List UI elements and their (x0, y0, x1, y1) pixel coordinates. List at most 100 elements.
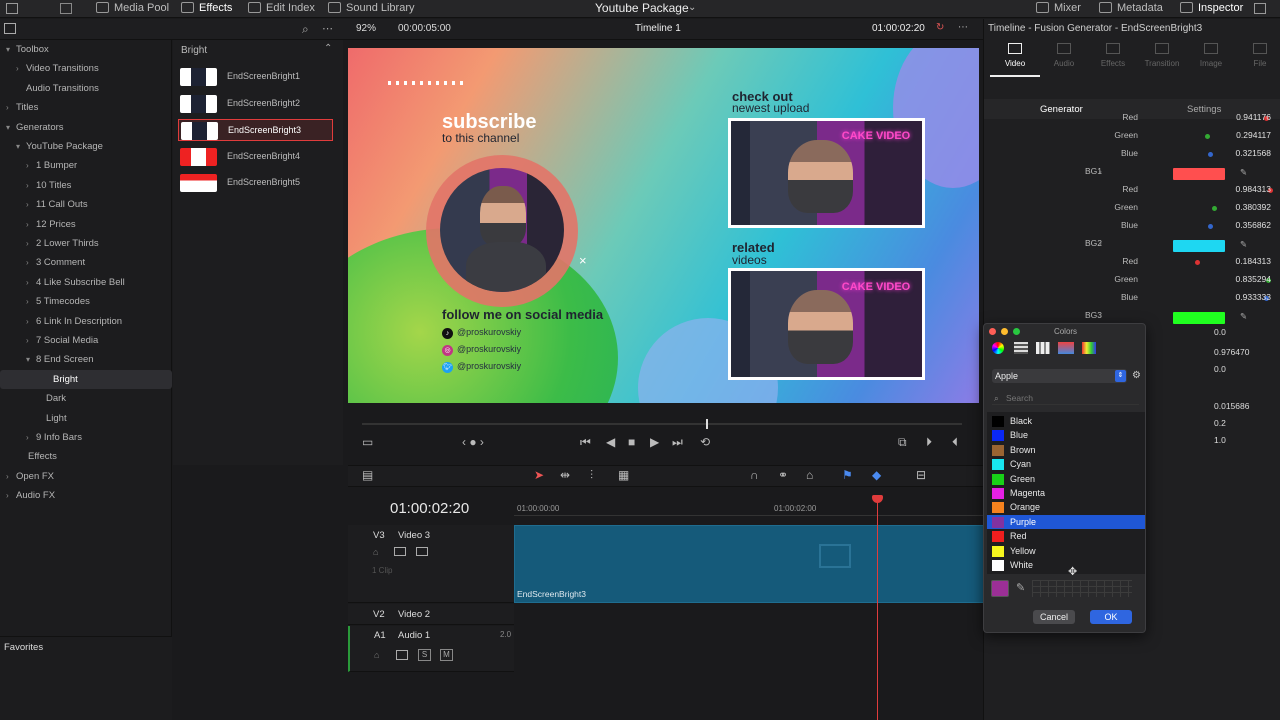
effect-item[interactable]: EndScreenBright2 (178, 93, 333, 115)
scrub-bar[interactable] (362, 419, 962, 429)
tab-inspector[interactable]: Inspector (1180, 2, 1243, 14)
play-icon[interactable]: ▶ (650, 435, 659, 449)
skip-forward-icon[interactable]: ⏭ (672, 435, 683, 450)
project-chevron-icon[interactable]: ⌄ (688, 2, 696, 13)
timeline-view-icon[interactable]: ▤ (362, 468, 373, 482)
tree-item[interactable]: › 12 Prices (26, 215, 76, 234)
color-picker-icon[interactable]: ✎ (1240, 311, 1247, 322)
timeline-ruler[interactable]: 01:00:00:00 01:00:02:00 (514, 497, 984, 519)
insert-icon[interactable]: ▦ (618, 468, 629, 482)
eyedropper-icon[interactable]: ✎ (1016, 581, 1025, 594)
param-row[interactable]: Green 0.294117 (1044, 130, 1271, 144)
tree-item[interactable]: › 10 Titles (26, 176, 71, 195)
param-value[interactable]: 0.984313 (1236, 184, 1271, 194)
param-row[interactable]: Blue 0.356862 (1044, 220, 1271, 234)
inspector-tab-file[interactable]: File (1235, 43, 1280, 68)
loop-icon[interactable]: ⟲ (700, 435, 710, 449)
image-palettes-icon[interactable] (1058, 342, 1074, 354)
param-row[interactable]: Blue 0.933333 (1044, 292, 1271, 306)
tree-item[interactable]: › Video Transitions (16, 59, 99, 78)
param-value[interactable]: 0.184313 (1236, 256, 1271, 266)
param-row[interactable]: BG1 › ✎ (1044, 166, 1264, 180)
monitor-icon[interactable] (60, 3, 72, 14)
tree-chevron-icon[interactable]: › (26, 195, 36, 214)
color-picker-icon[interactable]: ✎ (1240, 239, 1247, 250)
param-value[interactable]: 0.356862 (1236, 220, 1271, 230)
param-row[interactable]: BG3 › ✎ (1044, 310, 1264, 324)
color-item[interactable]: Brown (987, 443, 1145, 457)
tree-chevron-icon[interactable]: ▾ (6, 40, 16, 59)
palette-select[interactable]: Apple ⇕ (992, 369, 1127, 383)
current-color-well[interactable] (991, 580, 1009, 597)
param-value[interactable]: 1.0 (1214, 435, 1226, 445)
color-item[interactable]: Purple (987, 514, 1145, 529)
slider-handle[interactable] (1195, 260, 1200, 265)
effect-item[interactable]: EndScreenBright4 (178, 146, 333, 168)
effect-item[interactable]: EndScreenBright1 (178, 66, 333, 88)
match-frame-icon[interactable]: ⧉ (898, 435, 907, 450)
tab-sound-library[interactable]: Sound Library (328, 2, 415, 14)
panel-toggle-right-icon[interactable] (1254, 3, 1266, 14)
tree-chevron-icon[interactable]: › (26, 215, 36, 234)
slider-handle[interactable] (1208, 152, 1213, 157)
tree-item[interactable]: › 2 Lower Thirds (26, 234, 99, 253)
tree-chevron-icon[interactable]: › (6, 98, 16, 117)
solo-button[interactable]: S (418, 649, 431, 661)
param-value[interactable]: 0.976470 (1214, 347, 1249, 357)
tree-chevron-icon[interactable]: ▾ (16, 137, 26, 156)
inspector-tab-video[interactable]: Video (990, 43, 1040, 77)
timeline-selector[interactable]: Timeline 1 (635, 23, 681, 34)
mute-button[interactable]: M (440, 649, 453, 661)
color-item[interactable]: Yellow (987, 544, 1145, 558)
tree-chevron-icon[interactable]: › (26, 331, 36, 350)
link-icon[interactable]: ⚭ (778, 468, 788, 482)
tab-media-pool[interactable]: Media Pool (96, 2, 169, 14)
collapse-icon[interactable]: ⌃ (324, 43, 332, 54)
more-options-icon[interactable]: ⋯ (322, 22, 333, 35)
stop-icon[interactable]: ■ (628, 435, 635, 449)
tree-chevron-icon[interactable]: › (26, 273, 36, 292)
skip-back-icon[interactable]: ⏮ (580, 435, 591, 450)
tree-item[interactable]: Bright (0, 369, 172, 389)
effect-item[interactable]: EndScreenBright5 (178, 172, 333, 194)
tree-chevron-icon[interactable]: › (26, 428, 36, 447)
param-value[interactable]: 0.321568 (1236, 148, 1271, 158)
tree-chevron-icon[interactable]: › (26, 253, 36, 272)
param-row[interactable]: Red 0.184313 (1044, 256, 1271, 270)
tree-item[interactable]: ▾ Toolbox (6, 40, 49, 59)
lock-track-icon[interactable]: ⌂ (374, 650, 379, 660)
tree-item[interactable]: › 9 Info Bars (26, 428, 82, 447)
param-row[interactable]: Red 0.984313 (1044, 184, 1273, 198)
snapping-icon[interactable]: ∩ (750, 468, 759, 482)
inspector-tab-audio[interactable]: Audio (1039, 43, 1089, 68)
ok-button[interactable]: OK (1090, 610, 1132, 624)
param-value[interactable]: 0.0 (1214, 364, 1226, 374)
param-row[interactable]: BG2 › ✎ (1044, 238, 1264, 252)
tree-chevron-icon[interactable]: › (26, 292, 36, 311)
pencils-icon[interactable] (1082, 342, 1096, 354)
param-row[interactable]: Blue 0.321568 (1044, 148, 1271, 162)
track-enable-icon[interactable] (416, 547, 428, 556)
play-reverse-icon[interactable]: ◀ (606, 435, 615, 449)
tree-item[interactable]: ▾ 8 End Screen (26, 350, 94, 369)
effect-item[interactable]: EndScreenBright3 (178, 119, 333, 141)
tree-item[interactable]: › 5 Timecodes (26, 292, 90, 311)
expand-chevron-icon[interactable]: › (1099, 166, 1102, 176)
expand-chevron-icon[interactable]: › (1099, 238, 1102, 248)
param-row[interactable]: Red 0.941176 (1044, 112, 1271, 126)
param-value[interactable]: 0.933333 (1236, 292, 1271, 302)
color-item[interactable]: Green (987, 472, 1145, 486)
track-header-v3[interactable]: V3 Video 3 ⌂ 1 Clip (348, 525, 514, 603)
close-x-icon[interactable]: × (579, 253, 587, 268)
tree-item[interactable]: › 4 Like Subscribe Bell (26, 273, 125, 292)
color-item[interactable]: Black (987, 414, 1145, 428)
prev-edit-icon[interactable]: ⏴ (952, 435, 958, 450)
tree-item[interactable]: › 11 Call Outs (26, 195, 88, 214)
viewer-options-icon[interactable]: ⋯ (958, 22, 968, 33)
inspector-tab-effects[interactable]: Effects (1088, 43, 1138, 68)
slider-handle[interactable] (1212, 206, 1217, 211)
param-value[interactable]: 0.2 (1214, 418, 1226, 428)
viewer-mode-icon[interactable]: ▭ (362, 435, 373, 449)
color-item[interactable]: Red (987, 529, 1145, 543)
color-swatch[interactable] (1173, 240, 1225, 252)
